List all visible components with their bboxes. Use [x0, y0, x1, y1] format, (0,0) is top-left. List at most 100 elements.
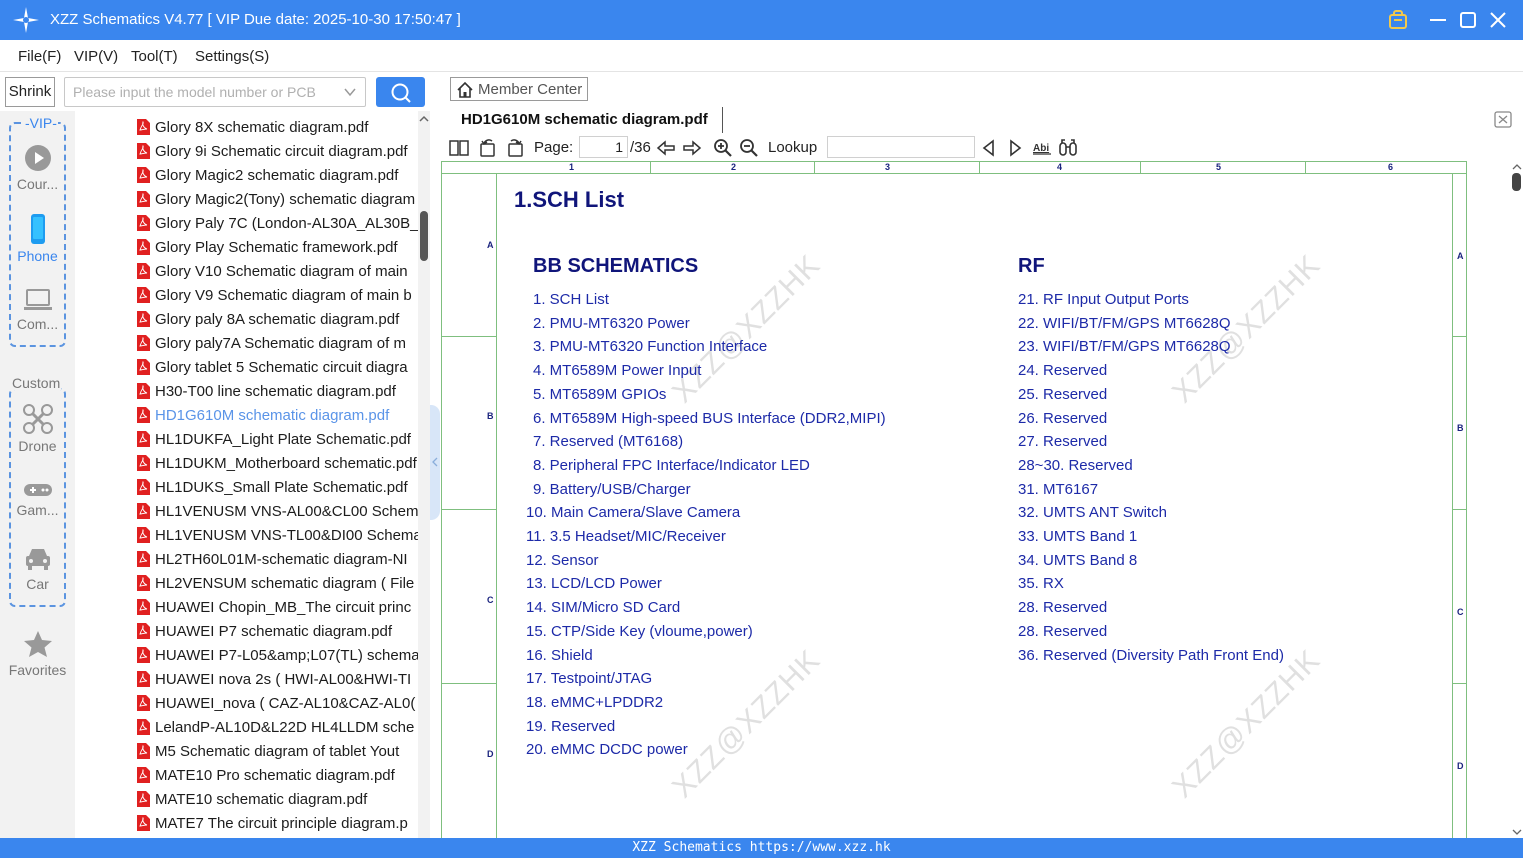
file-list-item[interactable]: Glory Paly 7C (London-AL30A_AL30B_ [137, 212, 418, 236]
rotate-left-icon[interactable] [478, 138, 498, 158]
match-case-icon[interactable]: Abi [1032, 138, 1052, 158]
file-list-item[interactable]: Glory Magic2(Tony) schematic diagram [137, 188, 418, 212]
file-list-item[interactable]: HL2TH60L01M-schematic diagram-NI [137, 548, 418, 572]
favorites-button[interactable]: Favorites [4, 630, 71, 678]
search-combobox[interactable] [64, 77, 366, 107]
file-list-item[interactable]: Glory paly 8A schematic diagram.pdf [137, 308, 418, 332]
toc-entry[interactable]: 8. Peripheral FPC Interface/Indicator LE… [533, 457, 810, 474]
vip-bag-icon[interactable] [1386, 8, 1410, 32]
menu-settings[interactable]: Settings(S) [195, 48, 269, 65]
toc-entry[interactable]: 15. CTP/Side Key (vloume,power) [526, 623, 753, 640]
toc-entry[interactable]: 11. 3.5 Headset/MIC/Receiver [526, 528, 726, 545]
file-list-item[interactable]: HL1VENUSM VNS-AL00&CL00 Schem [137, 500, 418, 524]
toc-entry[interactable]: 18. eMMC+LPDDR2 [526, 694, 663, 711]
category-courses[interactable]: Cour... [4, 144, 71, 192]
category-phone[interactable]: Phone [4, 214, 71, 264]
dual-page-icon[interactable] [449, 138, 469, 158]
toc-entry[interactable]: 12. Sensor [526, 552, 599, 569]
search-input[interactable] [65, 78, 335, 106]
toc-entry[interactable]: 13. LCD/LCD Power [526, 575, 662, 592]
prev-page-icon[interactable] [656, 138, 676, 158]
toc-entry[interactable]: 21. RF Input Output Ports [1018, 291, 1189, 308]
scroll-down-icon[interactable] [1511, 827, 1523, 837]
toc-entry[interactable]: 23. WIFI/BT/FM/GPS MT6628Q [1018, 338, 1231, 355]
toc-entry[interactable]: 20. eMMC DCDC power [526, 741, 688, 758]
file-list-item[interactable]: HUAWEI Chopin_MB_The circuit princ [137, 596, 418, 620]
file-list-item[interactable]: M5 Schematic diagram of tablet Yout [137, 740, 418, 764]
toc-entry[interactable]: 6. MT6589M High-speed BUS Interface (DDR… [533, 410, 886, 427]
toc-entry[interactable]: 25. Reserved [1018, 386, 1107, 403]
scroll-thumb[interactable] [420, 211, 428, 261]
file-list-scrollbar[interactable] [418, 111, 430, 838]
find-next-icon[interactable] [1005, 138, 1025, 158]
document-tab[interactable]: HD1G610M schematic diagram.pdf [449, 107, 723, 133]
toc-entry[interactable]: 24. Reserved [1018, 362, 1107, 379]
scroll-up-icon[interactable] [1511, 162, 1523, 172]
file-list-item[interactable]: Glory 8X schematic diagram.pdf [137, 116, 418, 140]
member-center-button[interactable]: Member Center [450, 77, 588, 101]
next-page-icon[interactable] [682, 138, 702, 158]
page-number-input[interactable]: 1 [579, 136, 628, 158]
file-list-item[interactable]: Glory V10 Schematic diagram of main [137, 260, 418, 284]
scroll-up-icon[interactable] [418, 113, 430, 125]
file-list-item[interactable]: Glory Magic2 schematic diagram.pdf [137, 164, 418, 188]
toc-entry[interactable]: 22. WIFI/BT/FM/GPS MT6628Q [1018, 315, 1231, 332]
toc-entry[interactable]: 26. Reserved [1018, 410, 1107, 427]
toc-entry[interactable]: 35. RX [1018, 575, 1064, 592]
collapse-panel-handle[interactable] [430, 405, 440, 520]
lookup-input[interactable] [827, 136, 975, 158]
file-list-item[interactable]: HL1DUKM_Motherboard schematic.pdf [137, 452, 418, 476]
chevron-down-icon[interactable] [343, 85, 357, 99]
maximize-icon[interactable] [1456, 8, 1480, 32]
toc-entry[interactable]: 34. UMTS Band 8 [1018, 552, 1137, 569]
category-drone[interactable]: Drone [4, 404, 71, 454]
file-list-item[interactable]: MATE7 The circuit principle diagram.p [137, 812, 418, 836]
toc-entry[interactable]: 17. Testpoint/JTAG [526, 670, 652, 687]
file-list-item[interactable]: LelandP-AL10D&L22D HL4LLDM sche [137, 716, 418, 740]
close-tab-icon[interactable] [1494, 111, 1512, 128]
file-list-item[interactable]: MATE10 schematic diagram.pdf [137, 788, 418, 812]
toc-entry[interactable]: 7. Reserved (MT6168) [533, 433, 683, 450]
toc-entry[interactable]: 1. SCH List [533, 291, 609, 308]
file-list-item[interactable]: HL2VENSUM schematic diagram ( File [137, 572, 418, 596]
toc-entry[interactable]: 36. Reserved (Diversity Path Front End) [1018, 647, 1284, 664]
toc-entry[interactable]: 33. UMTS Band 1 [1018, 528, 1137, 545]
toc-entry[interactable]: 28~30. Reserved [1018, 457, 1133, 474]
file-list-item[interactable]: Glory Play Schematic framework.pdf [137, 236, 418, 260]
document-scroll-thumb[interactable] [1512, 173, 1521, 191]
menu-tool[interactable]: Tool(T) [131, 48, 178, 65]
toc-entry[interactable]: 10. Main Camera/Slave Camera [526, 504, 740, 521]
file-list-item[interactable]: Glory V9 Schematic diagram of main b [137, 284, 418, 308]
category-car[interactable]: Car [4, 546, 71, 592]
toc-entry[interactable]: 28. Reserved [1018, 599, 1107, 616]
toc-entry[interactable]: 3. PMU-MT6320 Function Interface [533, 338, 767, 355]
menu-file[interactable]: File(F) [18, 48, 61, 65]
file-list-item[interactable]: HUAWEI nova 2s ( HWI-AL00&HWI-TI [137, 668, 418, 692]
file-list-item[interactable]: HL1DUKS_Small Plate Schematic.pdf [137, 476, 418, 500]
toc-entry[interactable]: 19. Reserved [526, 718, 615, 735]
toc-entry[interactable]: 5. MT6589M GPIOs [533, 386, 666, 403]
toc-entry[interactable]: 32. UMTS ANT Switch [1018, 504, 1167, 521]
close-icon[interactable] [1486, 8, 1510, 32]
rotate-right-icon[interactable] [505, 138, 525, 158]
category-computer[interactable]: Com... [4, 288, 71, 332]
toc-entry[interactable]: 31. MT6167 [1018, 481, 1098, 498]
minimize-icon[interactable] [1426, 8, 1450, 32]
find-prev-icon[interactable] [979, 138, 999, 158]
file-list-item[interactable]: MATE10 Pro schematic diagram.pdf [137, 764, 418, 788]
toc-entry[interactable]: 4. MT6589M Power Input [533, 362, 701, 379]
file-list-item[interactable]: HUAWEI_nova ( CAZ-AL10&CAZ-AL0( [137, 692, 418, 716]
zoom-out-icon[interactable] [739, 138, 759, 158]
file-list-item[interactable]: Glory tablet 5 Schematic circuit diagra [137, 356, 418, 380]
file-list-item[interactable]: HD1G610M schematic diagram.pdf [137, 404, 418, 428]
document-scrollbar[interactable] [1511, 161, 1523, 838]
search-button[interactable] [376, 77, 425, 107]
shrink-button[interactable]: Shrink [5, 77, 55, 107]
toc-entry[interactable]: 27. Reserved [1018, 433, 1107, 450]
category-gaming[interactable]: Gam... [4, 482, 71, 518]
toc-entry[interactable]: 28. Reserved [1018, 623, 1107, 640]
toc-entry[interactable]: 9. Battery/USB/Charger [533, 481, 691, 498]
zoom-in-icon[interactable] [713, 138, 733, 158]
document-viewport[interactable]: 1 2 3 4 5 6 A B C D A B C D XZZ@XZZHK XZ… [441, 161, 1511, 838]
file-list-item[interactable]: H30-T00 line schematic diagram.pdf [137, 380, 418, 404]
